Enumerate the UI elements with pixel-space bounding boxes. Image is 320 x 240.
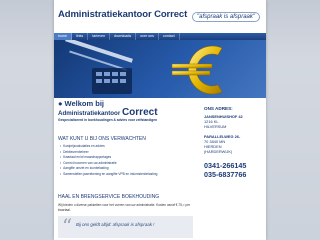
- nav-home[interactable]: home: [54, 33, 72, 40]
- euro-banner-image: [54, 40, 266, 98]
- address-line: HILVERSUM: [204, 124, 227, 130]
- calculator-icon: [92, 68, 132, 94]
- list-item: Samenstellen jaarrekening en aangifte VP…: [60, 172, 157, 178]
- phone-number[interactable]: 035-6837766: [204, 170, 262, 179]
- quote-box: “ Bij ons geldt altijd: afspraak is afsp…: [58, 214, 193, 238]
- services-list: Kostprijscalculaties en advies Debiteure…: [60, 144, 157, 178]
- header: Administratiekantoor Correct "afspraak i…: [54, 0, 266, 34]
- welcome-text: Welkom bij: [64, 99, 104, 108]
- address-sidebar: ONS ADRES: JANSENHUISHOF 42 1216 KL HILV…: [204, 106, 262, 179]
- nav-over-ons[interactable]: over ons: [136, 33, 159, 40]
- welcome-brand: Correct: [121, 107, 158, 118]
- section-heading-service: HAAL EN BRENGSERVICE BOEKHOUDING: [58, 194, 160, 200]
- address-title: ONS ADRES:: [204, 106, 233, 111]
- page-container: Administratiekantoor Correct "afspraak i…: [54, 0, 266, 240]
- hero-banner: [54, 40, 266, 98]
- quote-icon: “: [62, 214, 73, 238]
- phone-block: 0341-266145 035-6837766: [204, 161, 262, 179]
- main-navigation: home links tarieven downloads over ons c…: [54, 33, 266, 40]
- address-hilversum: JANSENHUISHOF 42 1216 KL HILVERSUM: [204, 114, 262, 130]
- address-line: (HARDERWIJK): [204, 149, 233, 155]
- welcome-company-prefix: Administratiekantoor: [58, 110, 122, 117]
- nav-links[interactable]: links: [72, 33, 89, 40]
- nav-contact[interactable]: contact: [159, 33, 180, 40]
- nav-downloads[interactable]: downloads: [110, 33, 137, 40]
- welcome-subheading: Administratiekantoor Correct: [58, 108, 198, 118]
- slogan-badge: "afspraak is afspraak": [192, 12, 260, 22]
- nav-tarieven[interactable]: tarieven: [88, 33, 110, 40]
- service-description: Wij bieden u diverse pakketten voor het …: [58, 203, 191, 212]
- phone-number[interactable]: 0341-266145: [204, 161, 262, 170]
- bullet-icon: ●: [58, 99, 63, 108]
- welcome-block: ● Welkom bij Administratiekantoor Correct…: [58, 99, 198, 123]
- main-content: ● Welkom bij Administratiekantoor Correct…: [54, 98, 266, 240]
- section-heading-expect: WAT KUNT U BIJ ONS VERWACHTEN: [58, 136, 146, 142]
- quote-text: Bij ons geldt altijd: afspraak is afspra…: [76, 222, 155, 227]
- site-title: Administratiekantoor Correct: [58, 9, 188, 20]
- tagline: Gespecialiseerd in boekhoudingen & advie…: [58, 118, 158, 122]
- address-hierden: PARALLELWEG 26- 70 3840 MN HIERDEN (HARD…: [204, 134, 262, 155]
